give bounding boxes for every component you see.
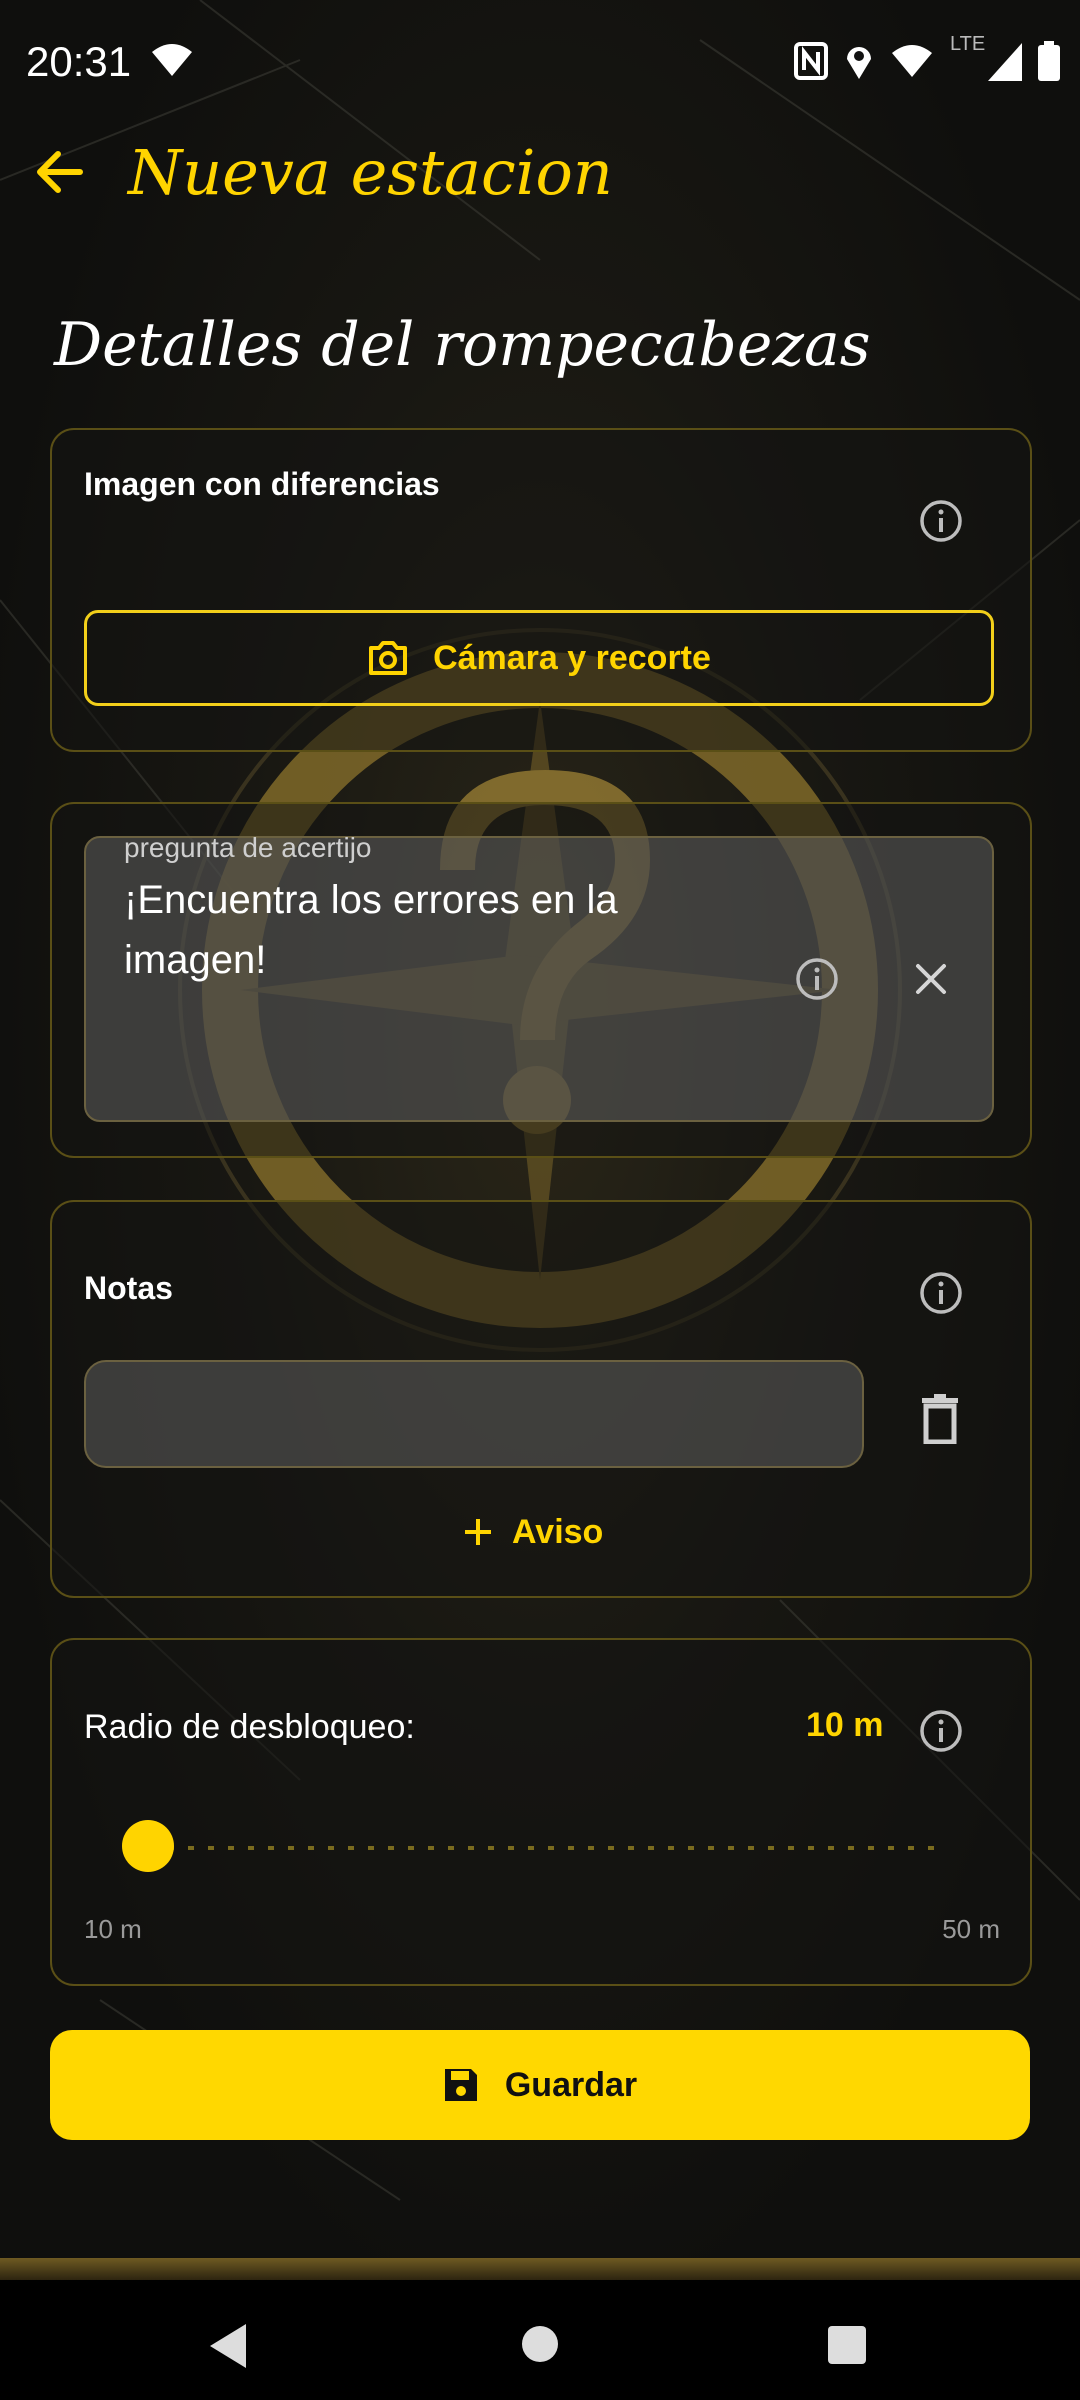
status-bar: 20:31 LTE: [0, 0, 1080, 120]
back-nav-icon[interactable]: [206, 2322, 250, 2370]
note-input[interactable]: [84, 1360, 864, 1468]
radius-value: 10 m: [806, 1706, 884, 1744]
riddle-question-field[interactable]: pregunta de acertijo ¡Encuentra los erro…: [84, 832, 994, 1122]
riddle-question-value[interactable]: ¡Encuentra los errores en la imagen!: [124, 870, 724, 990]
camera-button-label: Cámara y recorte: [433, 638, 711, 677]
home-nav-icon[interactable]: [520, 2324, 560, 2364]
notes-label: Notas: [84, 1270, 173, 1306]
network-type: LTE: [950, 33, 986, 55]
image-card: Imagen con diferencias Cámara y recorte: [50, 428, 1032, 752]
wifi-icon: [892, 45, 932, 77]
info-icon[interactable]: [918, 1270, 964, 1316]
nfc-icon: [794, 42, 828, 80]
add-hint-button[interactable]: Aviso: [462, 1502, 603, 1562]
recents-nav-icon[interactable]: [828, 2326, 866, 2364]
info-icon[interactable]: [918, 1708, 964, 1754]
section-title: Detalles del rompecabezas: [54, 310, 871, 380]
riddle-question-label: pregunta de acertijo: [124, 832, 372, 863]
notes-card: Notas Aviso: [50, 1200, 1032, 1598]
navigation-bar: [0, 2280, 1080, 2400]
app-bar: Nueva estacion: [0, 120, 1080, 230]
info-icon[interactable]: [918, 498, 964, 544]
plus-icon: [465, 1519, 491, 1545]
info-icon[interactable]: [794, 956, 840, 1002]
image-card-label: Imagen con diferencias: [84, 466, 440, 502]
bottom-decoration: [0, 2258, 1080, 2280]
status-time: 20:31: [26, 38, 132, 85]
radius-slider-track[interactable]: [148, 1846, 938, 1850]
clear-icon[interactable]: [912, 960, 950, 998]
arrow-left-icon[interactable]: [30, 142, 90, 202]
save-button[interactable]: Guardar: [50, 2030, 1030, 2140]
radius-card: Radio de desbloqueo: 10 m 10 m 50 m: [50, 1638, 1032, 1986]
radius-slider-thumb[interactable]: [122, 1820, 174, 1872]
camera-icon: [369, 641, 408, 675]
wifi-icon: [152, 44, 192, 76]
trash-icon[interactable]: [920, 1394, 960, 1444]
save-icon: [444, 2069, 477, 2101]
radius-max-label: 50 m: [942, 1914, 1000, 1944]
page-title: Nueva estacion: [128, 136, 613, 209]
signal-icon: [988, 43, 1022, 81]
radius-min-label: 10 m: [84, 1914, 142, 1944]
question-card: pregunta de acertijo ¡Encuentra los erro…: [50, 802, 1032, 1158]
battery-icon: [1038, 41, 1060, 81]
save-button-label: Guardar: [504, 2065, 638, 2104]
add-hint-label: Aviso: [512, 1512, 604, 1551]
location-icon: [847, 47, 871, 79]
camera-crop-button[interactable]: Cámara y recorte: [84, 610, 994, 706]
radius-label: Radio de desbloqueo:: [84, 1708, 415, 1746]
